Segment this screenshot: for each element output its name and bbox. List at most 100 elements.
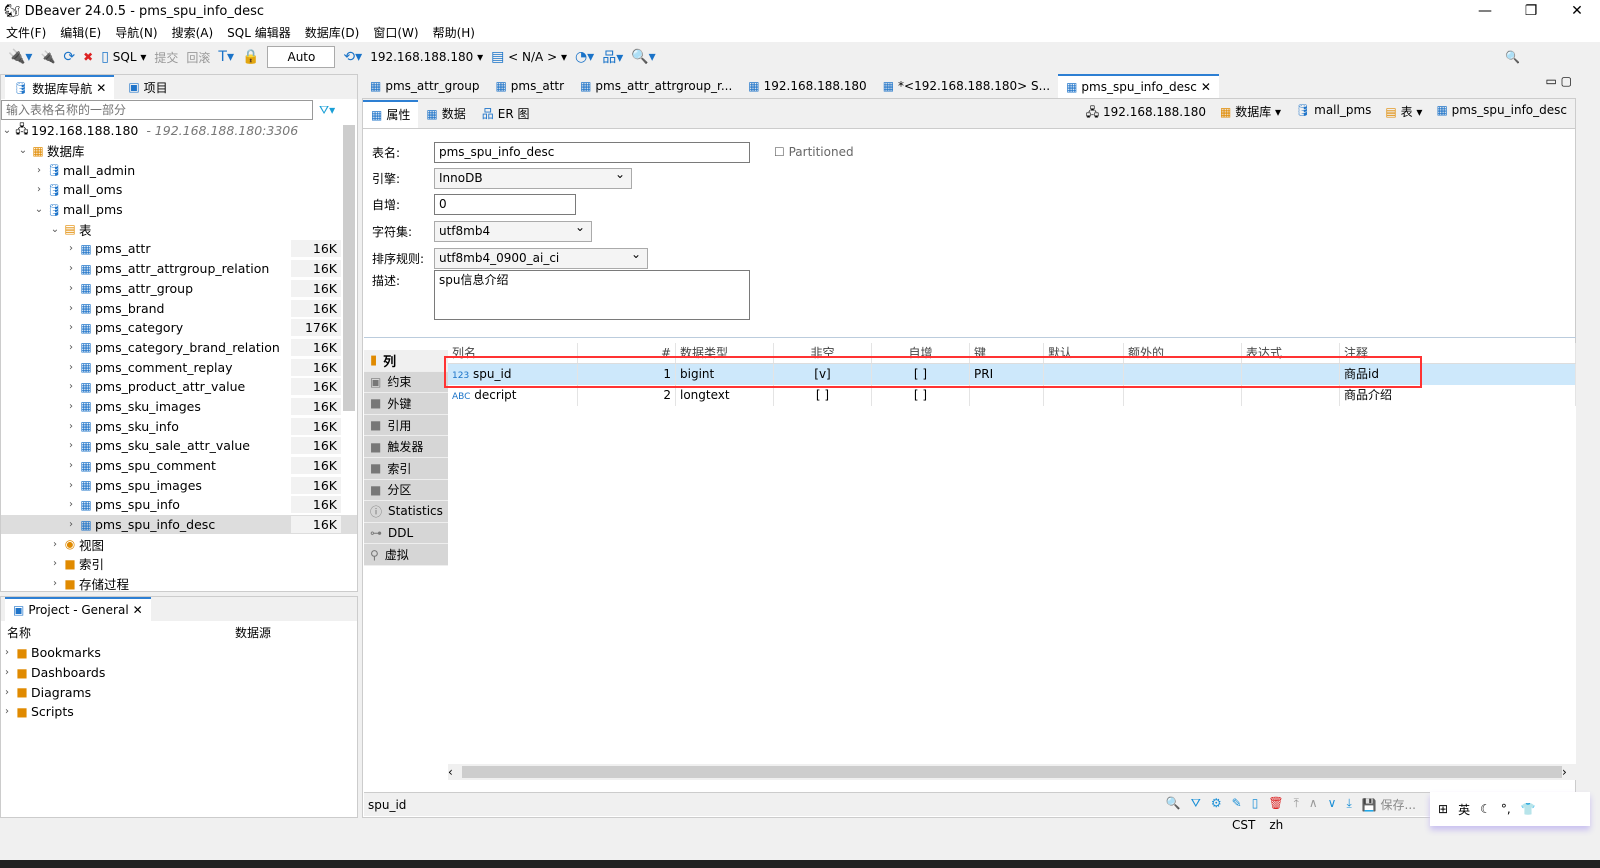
reconnect-icon[interactable]: ⟳ [63, 49, 75, 65]
editor-tab[interactable]: ▦ pms_spu_info_desc ✕ [1058, 74, 1219, 98]
tree-procedures[interactable]: › ■ 存储过程 [1, 574, 357, 594]
tree-table[interactable]: › ▦ pms_attr 16K [1, 239, 357, 259]
tree-databases[interactable]: ⌄ ▦ 数据库 [1, 141, 357, 161]
tree-table[interactable]: › ▦ pms_attr_group 16K [1, 279, 357, 299]
add-column-icon[interactable]: ▯ [1252, 796, 1259, 813]
dashboard-icon[interactable]: ◔▾ [575, 49, 594, 65]
menu-window[interactable]: 窗口(W) [373, 24, 418, 41]
transaction-mode-icon[interactable]: T▾ [218, 49, 234, 65]
menu-navigate[interactable]: 导航(N) [115, 24, 157, 41]
filter-icon[interactable]: ⛛▾ [319, 103, 335, 118]
menu-database[interactable]: 数据库(D) [305, 24, 360, 41]
engine-select[interactable]: InnoDB [434, 165, 632, 189]
tree-table[interactable]: › ▦ pms_spu_info_desc 16K [1, 514, 357, 535]
side-tab[interactable]: ▣ 约束 [364, 371, 448, 394]
tree-table[interactable]: › ▦ pms_comment_replay 16K [1, 357, 357, 377]
menu-sql-editor[interactable]: SQL 编辑器 [227, 24, 291, 41]
tree-table[interactable]: › ▦ pms_spu_images 16K [1, 475, 357, 495]
horizontal-scrollbar[interactable]: ‹ › [448, 764, 1576, 780]
filter-icon[interactable]: ⛛ [1191, 796, 1201, 813]
rollback-button[interactable]: 回滚 [186, 49, 210, 66]
menu-help[interactable]: 帮助(H) [433, 24, 475, 41]
lock-icon[interactable]: 🔒 [242, 49, 259, 65]
project-item-bookmarks[interactable]: › ■ Bookmarks [1, 643, 357, 663]
minimize-button[interactable]: — [1462, 3, 1508, 19]
tab-project-general[interactable]: ▣ Project - General ✕ [5, 597, 151, 621]
editor-tab[interactable]: ▦ pms_attr_attrgroup_r... [572, 74, 740, 98]
disconnect-icon[interactable]: 🔌 [40, 50, 55, 64]
description-textarea[interactable]: spu信息介绍 [434, 270, 750, 320]
move-top-icon[interactable]: ⤒ [1294, 796, 1299, 813]
side-tab[interactable]: ■ 引用 [364, 414, 448, 437]
tree-icon[interactable]: 品▾ [602, 47, 623, 67]
grid-cell[interactable]: [ ] [872, 385, 970, 406]
grid-cell[interactable] [1124, 385, 1242, 406]
save-button[interactable]: 💾 保存... [1362, 796, 1416, 813]
tree-indexes[interactable]: › ■ 索引 [1, 554, 357, 574]
settings-icon[interactable]: ⚙ [1211, 796, 1222, 813]
search-icon[interactable]: 🔍▾ [631, 49, 655, 65]
move-down-icon[interactable]: ∨ [1328, 796, 1337, 813]
table-name-input[interactable]: pms_spu_info_desc [434, 141, 750, 163]
tree-tables[interactable]: ⌄ ▤ 表 [1, 219, 357, 239]
tree-table[interactable]: › ▦ pms_spu_info 16K [1, 495, 357, 515]
editor-tab[interactable]: ▦ pms_attr_group [362, 74, 487, 98]
side-tab[interactable]: ⚲ 虚拟 [364, 544, 448, 566]
minimize-editor-icon[interactable]: ▭ ▢ [1546, 74, 1573, 98]
side-tab[interactable]: ■ 索引 [364, 457, 448, 480]
tree-table[interactable]: › ▦ pms_spu_comment 16K [1, 456, 357, 476]
partitioned-checkbox[interactable]: ☐ Partitioned [774, 145, 854, 159]
subtab-properties[interactable]: ▦ 属性 [363, 99, 419, 128]
side-tab[interactable]: ■ 分区 [364, 479, 448, 502]
moon-icon[interactable]: ☾ [1480, 802, 1491, 816]
table-filter-input[interactable] [1, 100, 313, 120]
delete-icon[interactable]: 🗑 [1268, 796, 1283, 813]
tree-db[interactable]: › 🛢 mall_admin [1, 160, 357, 180]
tree-db[interactable]: ⌄ 🛢 mall_pms [1, 200, 357, 220]
project-item-scripts[interactable]: › ■ Scripts [1, 702, 357, 722]
tab-database-navigator[interactable]: 🛢 数据库导航 ✕ [5, 75, 115, 99]
tree-connection[interactable]: ⌄ 🖧 192.168.188.180 - 192.168.188.180:3306 [1, 121, 357, 141]
grid-cell[interactable]: 2 [578, 385, 676, 406]
menu-file[interactable]: 文件(F) [6, 24, 46, 41]
side-tab[interactable]: ⓘ Statistics [364, 501, 448, 523]
menu-edit[interactable]: 编辑(E) [60, 24, 101, 41]
global-search-icon[interactable]: 🔍 [1505, 50, 1520, 64]
tree-table[interactable]: › ▦ pms_category 176K [1, 318, 357, 338]
crumb-connection[interactable]: 🖧 192.168.188.180 [1086, 103, 1206, 124]
move-up-icon[interactable]: ∧ [1309, 796, 1318, 813]
tree-table[interactable]: › ▦ pms_sku_info 16K [1, 416, 357, 436]
tree-table[interactable]: › ▦ pms_category_brand_relation 16K [1, 338, 357, 358]
grid-cell[interactable]: [ ] [774, 385, 872, 406]
punctuation-icon[interactable]: °, [1501, 802, 1511, 816]
maximize-button[interactable]: ❐ [1508, 3, 1554, 19]
grid-cell[interactable] [970, 385, 1044, 406]
grid-cell[interactable]: 商品介绍 [1340, 385, 1576, 406]
autoinc-input[interactable]: 0 [434, 193, 576, 215]
navigator-scrollbar[interactable] [343, 125, 355, 411]
crumb-databases[interactable]: ▦ 数据库 ▾ [1220, 103, 1281, 124]
side-tab[interactable]: ▮ 列 [364, 350, 448, 372]
charset-select[interactable]: utf8mb4 [434, 218, 592, 242]
find-icon[interactable]: 🔍 [1166, 796, 1181, 813]
new-connection-icon[interactable]: 🔌▾ [8, 49, 32, 65]
project-item-dashboards[interactable]: › ■ Dashboards [1, 663, 357, 683]
side-tab[interactable]: ■ 外键 [364, 393, 448, 415]
crumb-table[interactable]: ▦ pms_spu_info_desc [1436, 103, 1567, 124]
disconnect-all-icon[interactable]: ✖ [83, 50, 93, 64]
ime-language[interactable]: 英 [1458, 801, 1470, 818]
tree-table[interactable]: › ▦ pms_attr_attrgroup_relation 16K [1, 259, 357, 279]
subtab-er-diagram[interactable]: 品 ER 图 [474, 102, 538, 126]
edit-icon[interactable]: ✎ [1232, 796, 1242, 813]
grid-cell[interactable] [1044, 385, 1124, 406]
crumb-schema[interactable]: 🛢 mall_pms [1295, 103, 1371, 124]
active-connection-selector[interactable]: 192.168.188.180 ▾ [370, 50, 483, 64]
tree-table[interactable]: › ▦ pms_product_attr_value 16K [1, 377, 357, 397]
subtab-data[interactable]: ▦ 数据 [418, 102, 473, 126]
editor-tab[interactable]: ▦ *<192.168.188.180> S... [875, 74, 1058, 98]
side-tab[interactable]: ⊶ DDL [364, 522, 448, 545]
collation-select[interactable]: utf8mb4_0900_ai_ci [434, 245, 648, 269]
tree-db[interactable]: › 🛢 mall_oms [1, 180, 357, 200]
grid-cell[interactable] [1242, 385, 1340, 406]
sql-button[interactable]: ▯ SQL ▾ [101, 49, 146, 65]
